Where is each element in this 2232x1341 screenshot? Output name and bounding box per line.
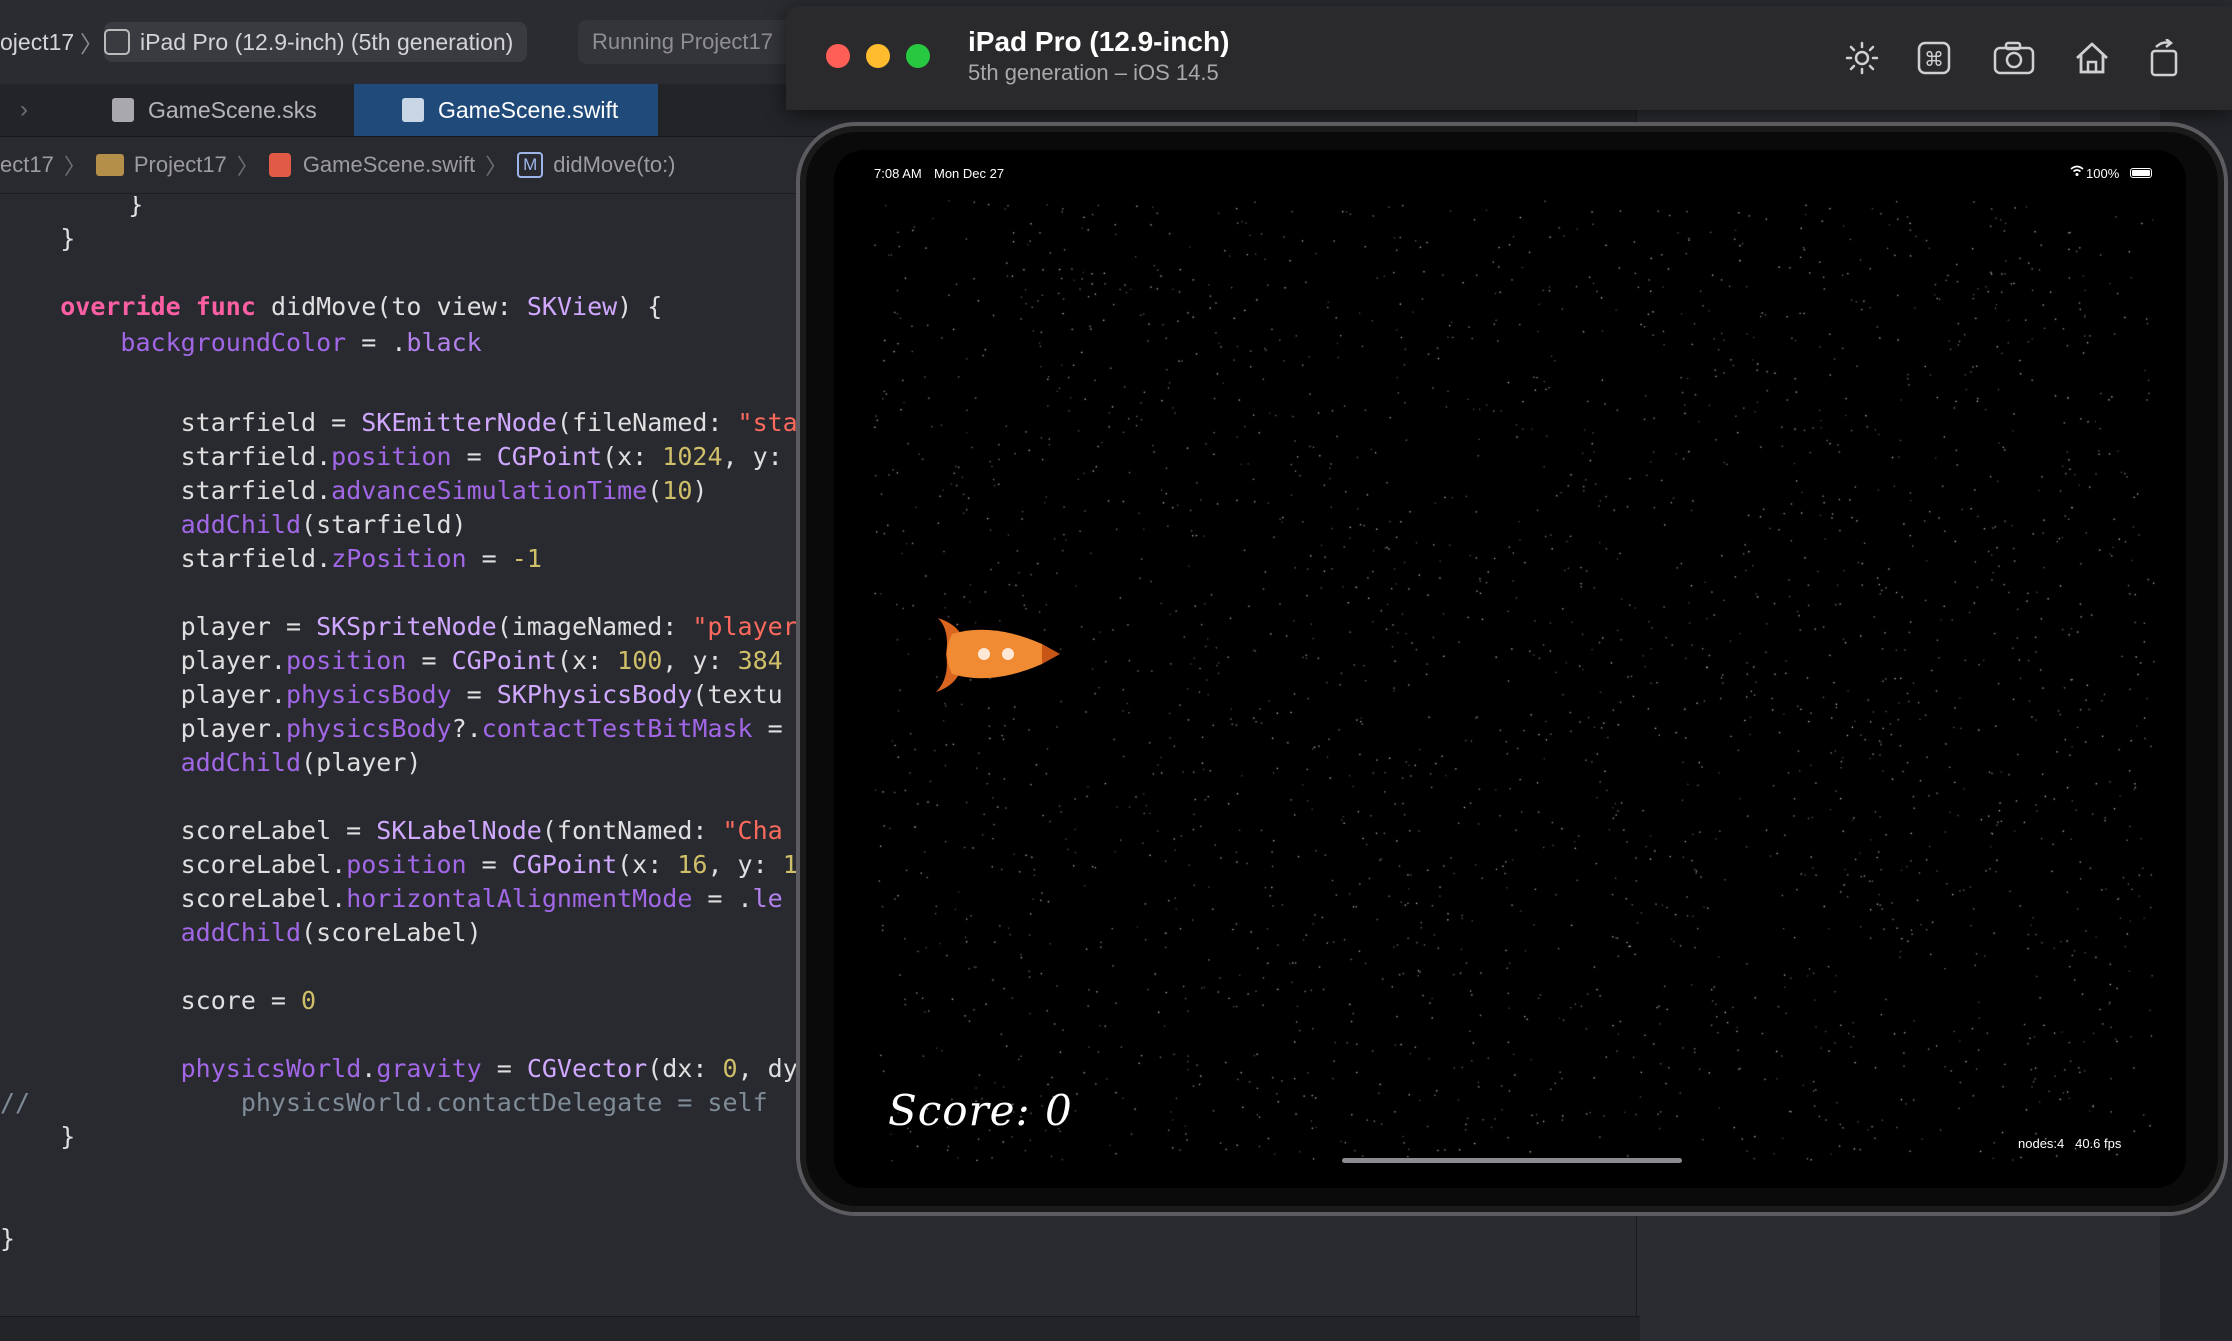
code-line[interactable]: scoreLabel = SKLabelNode(fontNamed: "Cha: [0, 814, 783, 848]
code-line[interactable]: }: [0, 222, 75, 256]
code-line[interactable]: override func didMove(to view: SKView) {: [0, 290, 662, 324]
status-bar-date: Mon Dec 27: [934, 166, 1005, 181]
source-editor[interactable]: } } override func didMove(to view: SKVie…: [0, 196, 800, 1316]
code-line[interactable]: }: [68, 196, 143, 222]
breadcrumb-item-project-root[interactable]: ect17 〉: [0, 149, 96, 181]
code-line[interactable]: }: [0, 1222, 15, 1256]
chevron-right-icon: 〉: [236, 154, 259, 179]
code-line[interactable]: }: [0, 1120, 75, 1154]
navigate-forward-icon[interactable]: ›: [20, 96, 28, 124]
player-rocket-sprite: [936, 618, 1060, 692]
simulator-title: iPad Pro (12.9-inch): [968, 26, 1230, 57]
code-line[interactable]: starfield.advanceSimulationTime(10): [0, 474, 708, 508]
code-line[interactable]: // physicsWorld.contactDelegate = self: [0, 1086, 768, 1120]
debug-bar: [0, 1316, 1640, 1341]
code-line[interactable]: physicsWorld.gravity = CGVector(dx: 0, d…: [0, 1052, 798, 1086]
breadcrumb-item-method[interactable]: MdidMove(to:): [517, 152, 676, 178]
code-line[interactable]: player.physicsBody = SKPhysicsBody(textu: [0, 678, 783, 712]
tab-gamescene-swift[interactable]: GameScene.swift: [354, 84, 658, 136]
chevron-right-icon: 〉: [485, 154, 508, 179]
tab-label: GameScene.swift: [438, 96, 619, 123]
zoom-window-button[interactable]: [906, 44, 930, 68]
battery-icon: [2130, 168, 2152, 178]
spritekit-debug-stats: nodes:4 40.6 fps: [2018, 1136, 2121, 1151]
simulator-screen[interactable]: 7:08 AM Mon Dec 27 100% Score: 0 nodes:4…: [834, 150, 2186, 1188]
chevron-right-icon: 〉: [80, 31, 103, 57]
code-line[interactable]: player = SKSpriteNode(imageNamed: "playe…: [0, 610, 798, 644]
home-icon[interactable]: [2070, 36, 2114, 80]
chevron-right-icon: 〉: [63, 154, 86, 179]
code-line[interactable]: scoreLabel.horizontalAlignmentMode = .le: [0, 882, 783, 916]
home-indicator[interactable]: [1342, 1158, 1682, 1163]
sks-file-icon: [112, 98, 134, 122]
code-line[interactable]: player.physicsBody?.contactTestBitMask =: [0, 712, 783, 746]
code-line[interactable]: player.position = CGPoint(x: 100, y: 384: [0, 644, 783, 678]
breadcrumb-item-file[interactable]: GameScene.swift 〉: [268, 149, 517, 181]
code-line[interactable]: addChild(scoreLabel): [0, 916, 482, 950]
screenshot-camera-icon[interactable]: [1992, 36, 2036, 80]
rotate-icon[interactable]: [2142, 36, 2186, 80]
code-line[interactable]: score = 0: [0, 984, 316, 1018]
node-count: nodes:4: [2018, 1136, 2065, 1151]
breadcrumb-label: didMove(to:): [553, 152, 676, 177]
tab-gamescene-sks[interactable]: GameScene.sks: [112, 84, 317, 136]
code-line[interactable]: addChild(starfield): [0, 508, 467, 542]
code-line[interactable]: backgroundColor = .black: [0, 326, 481, 360]
scheme-project-label: oject17: [0, 28, 75, 55]
run-destination-label: iPad Pro (12.9-inch) (5th generation): [140, 28, 514, 55]
wifi-icon: [2070, 164, 2084, 180]
code-line[interactable]: scoreLabel.position = CGPoint(x: 16, y: …: [0, 848, 798, 882]
activity-status-text: Running Project17: [592, 29, 774, 54]
code-line[interactable]: starfield.zPosition = -1: [0, 542, 542, 576]
folder-icon: [95, 154, 124, 176]
breadcrumb-item-folder[interactable]: Project17 〉: [95, 149, 269, 181]
breadcrumb-label: GameScene.swift: [302, 152, 476, 177]
swift-file-icon: [402, 98, 424, 122]
svg-text:⌘: ⌘: [1924, 47, 1944, 71]
tab-label: GameScene.sks: [148, 96, 317, 123]
simulator-subtitle: 5th generation – iOS 14.5: [968, 60, 1219, 85]
command-key-icon[interactable]: ⌘: [1912, 36, 1956, 80]
status-bar-time: 7:08 AM: [874, 166, 922, 181]
code-line[interactable]: starfield.position = CGPoint(x: 1024, y:: [0, 440, 783, 474]
fps-counter: 40.6 fps: [2075, 1136, 2122, 1151]
run-destination-selector[interactable]: iPad Pro (12.9-inch) (5th generation): [104, 22, 528, 62]
code-line[interactable]: starfield = SKEmitterNode(fileNamed: "st…: [0, 406, 798, 440]
brightness-icon[interactable]: [1840, 36, 1884, 80]
ipad-device-icon: [104, 29, 130, 55]
minimize-window-button[interactable]: [866, 44, 890, 68]
breadcrumb-label: ect17: [0, 152, 54, 177]
swift-file-icon: [268, 153, 291, 177]
breadcrumb-label: Project17: [133, 152, 227, 177]
score-label: Score: 0: [888, 1086, 1073, 1135]
close-window-button[interactable]: [826, 44, 850, 68]
battery-percentage: 100%: [2086, 166, 2120, 181]
code-line[interactable]: addChild(player): [0, 746, 422, 780]
simulator-window-titlebar: iPad Pro (12.9-inch) 5th generation – iO…: [786, 6, 2232, 110]
method-icon: M: [517, 152, 544, 178]
activity-status: Running Project17: [578, 20, 798, 64]
scheme-project-selector[interactable]: oject17: [0, 22, 74, 62]
